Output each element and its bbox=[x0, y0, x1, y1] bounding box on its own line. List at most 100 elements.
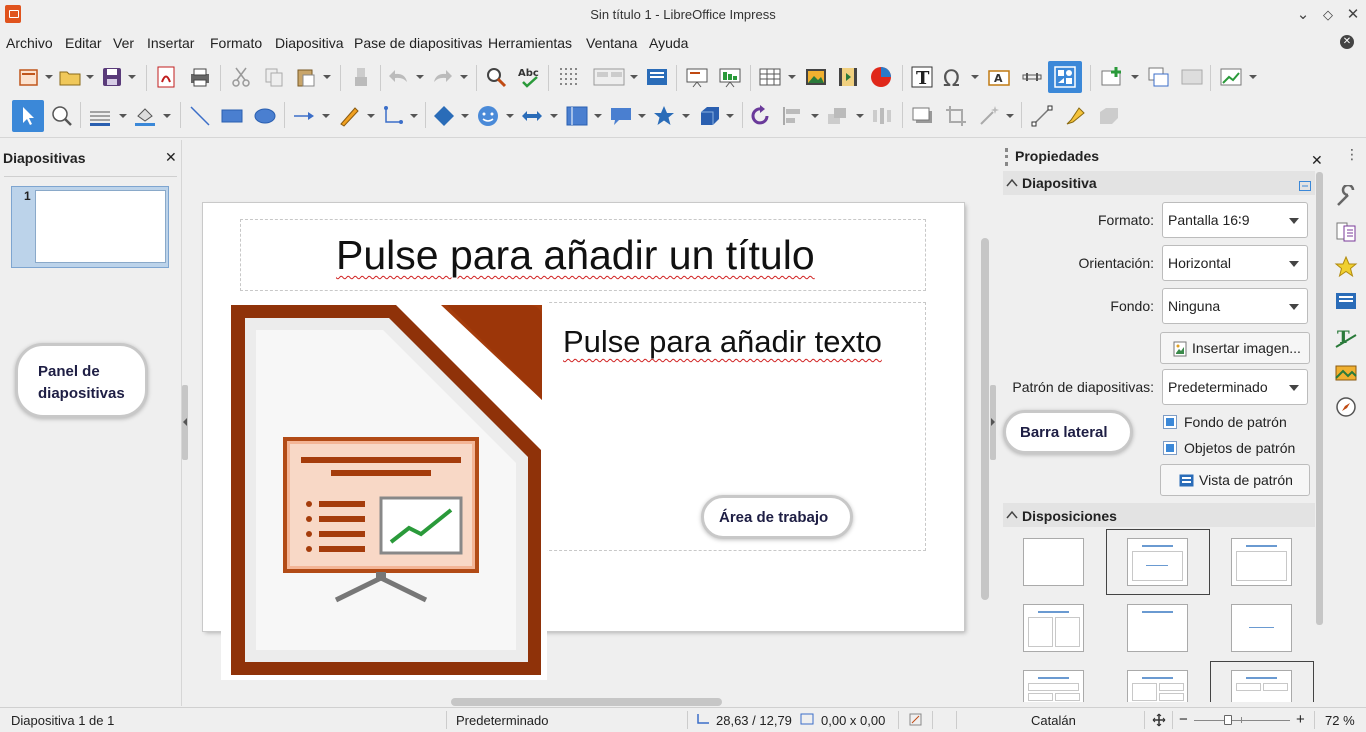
find-replace-icon[interactable] bbox=[484, 65, 508, 89]
fit-slide-icon[interactable] bbox=[1152, 713, 1166, 727]
gallery-deck-icon[interactable] bbox=[1334, 360, 1358, 384]
export-pdf-icon[interactable] bbox=[154, 65, 178, 89]
basic-shapes-dropdown-icon[interactable] bbox=[461, 114, 469, 120]
distribute-icon[interactable] bbox=[870, 104, 894, 128]
symbol-shapes-icon[interactable] bbox=[476, 104, 500, 128]
start-current-slide-icon[interactable] bbox=[718, 65, 742, 89]
special-character-icon[interactable]: Ω bbox=[942, 65, 966, 89]
layout-title-only-2[interactable] bbox=[1127, 604, 1188, 652]
fill-color-dropdown-icon[interactable] bbox=[163, 114, 171, 120]
zoom-slider-thumb[interactable] bbox=[1224, 715, 1232, 725]
close-document-icon[interactable]: ✕ bbox=[1340, 35, 1354, 49]
chevron-up-icon[interactable] bbox=[1006, 178, 1018, 188]
zoom-pan-icon[interactable] bbox=[50, 104, 74, 128]
start-first-slide-icon[interactable] bbox=[685, 65, 709, 89]
format-select[interactable]: Pantalla 16∶9 bbox=[1162, 202, 1308, 238]
flowchart-icon[interactable] bbox=[565, 104, 589, 128]
shadow-icon[interactable] bbox=[911, 104, 935, 128]
paste-dropdown-icon[interactable] bbox=[323, 75, 331, 81]
open-folder-icon[interactable] bbox=[58, 65, 82, 89]
spelling-icon[interactable]: Abc bbox=[517, 65, 541, 89]
save-icon[interactable] bbox=[100, 65, 124, 89]
toggle-extrusion-icon[interactable] bbox=[1096, 104, 1120, 128]
flowchart-dropdown-icon[interactable] bbox=[594, 114, 602, 120]
cut-icon[interactable] bbox=[229, 65, 253, 89]
vertical-scrollbar[interactable] bbox=[981, 238, 989, 600]
display-views-dropdown-icon[interactable] bbox=[630, 75, 638, 81]
layout-title-content-2-content[interactable] bbox=[1127, 670, 1188, 702]
show-draw-functions-button[interactable] bbox=[1048, 61, 1082, 93]
connectors-icon[interactable] bbox=[381, 104, 405, 128]
menu-ver[interactable]: Ver bbox=[113, 35, 134, 51]
fontwork-icon[interactable]: A bbox=[987, 65, 1011, 89]
line-color-icon[interactable] bbox=[88, 104, 112, 128]
zoom-in-icon[interactable]: + bbox=[1296, 711, 1305, 728]
curves-dropdown-icon[interactable] bbox=[367, 114, 375, 120]
animation-deck-icon[interactable] bbox=[1334, 255, 1358, 279]
new-slide-dropdown-icon[interactable] bbox=[1131, 75, 1139, 81]
layout-title-two-content[interactable] bbox=[1023, 604, 1084, 652]
slide-transition-deck-icon[interactable] bbox=[1334, 220, 1358, 244]
background-select[interactable]: Ninguna bbox=[1162, 288, 1308, 324]
print-icon[interactable] bbox=[188, 65, 212, 89]
insert-table-icon[interactable] bbox=[758, 65, 782, 89]
points-icon[interactable] bbox=[1030, 104, 1054, 128]
callout-shapes-icon[interactable] bbox=[609, 104, 633, 128]
curves-polygons-icon[interactable] bbox=[337, 104, 361, 128]
open-dropdown-icon[interactable] bbox=[86, 75, 94, 81]
styles-deck-icon[interactable]: T bbox=[1334, 325, 1358, 349]
glue-points-icon[interactable] bbox=[1063, 104, 1087, 128]
layout-title-content[interactable] bbox=[1127, 538, 1188, 586]
sidebar-menu-icon[interactable]: ⋮ bbox=[1345, 147, 1359, 161]
stars-dropdown-icon[interactable] bbox=[682, 114, 690, 120]
menu-herramientas[interactable]: Herramientas bbox=[488, 35, 572, 51]
chevron-up-icon[interactable] bbox=[1006, 510, 1018, 520]
menu-editar[interactable]: Editar bbox=[65, 35, 102, 51]
new-slide-icon[interactable] bbox=[1100, 65, 1124, 89]
menu-ventana[interactable]: Ventana bbox=[586, 35, 637, 51]
language-status[interactable]: Catalán bbox=[1031, 713, 1076, 728]
maximize-icon[interactable]: ◇ bbox=[1317, 4, 1339, 26]
filter-effects-icon[interactable] bbox=[977, 104, 1001, 128]
insert-image-icon[interactable] bbox=[804, 65, 828, 89]
master-view-button[interactable]: Vista de patrón bbox=[1160, 464, 1310, 496]
master-slides-deck-icon[interactable] bbox=[1334, 289, 1358, 313]
insert-textbox-icon[interactable]: T bbox=[910, 65, 934, 89]
copy-icon[interactable] bbox=[262, 65, 286, 89]
lines-arrows-dropdown-icon[interactable] bbox=[322, 114, 330, 120]
line-color-dropdown-icon[interactable] bbox=[119, 114, 127, 120]
slide-layout-dropdown-icon[interactable] bbox=[1249, 75, 1257, 81]
menu-archivo[interactable]: Archivo bbox=[6, 35, 53, 51]
block-arrows-icon[interactable] bbox=[520, 104, 544, 128]
delete-slide-icon[interactable] bbox=[1180, 65, 1204, 89]
basic-shapes-icon[interactable] bbox=[432, 104, 456, 128]
undo-icon[interactable] bbox=[387, 65, 411, 89]
arrange-dropdown-icon[interactable] bbox=[856, 114, 864, 120]
fill-color-icon[interactable] bbox=[133, 104, 157, 128]
arrange-icon[interactable] bbox=[826, 104, 850, 128]
zoom-slider-track[interactable] bbox=[1194, 720, 1290, 721]
menu-insertar[interactable]: Insertar bbox=[147, 35, 194, 51]
new-document-icon[interactable] bbox=[17, 65, 41, 89]
connectors-dropdown-icon[interactable] bbox=[410, 114, 418, 120]
more-options-icon[interactable] bbox=[1299, 181, 1311, 191]
collapse-right-icon[interactable] bbox=[991, 418, 995, 426]
save-dropdown-icon[interactable] bbox=[128, 75, 136, 81]
undo-dropdown-icon[interactable] bbox=[416, 75, 424, 81]
duplicate-slide-icon[interactable] bbox=[1147, 65, 1171, 89]
layout-centered-text[interactable] bbox=[1231, 604, 1292, 652]
navigator-deck-icon[interactable] bbox=[1334, 395, 1358, 419]
3d-objects-icon[interactable] bbox=[697, 104, 721, 128]
menu-pase-de-diapositivas[interactable]: Pase de diapositivas bbox=[354, 35, 482, 51]
zoom-level-status[interactable]: 72 % bbox=[1325, 713, 1355, 728]
stars-banners-icon[interactable] bbox=[652, 104, 676, 128]
properties-deck-icon[interactable] bbox=[1334, 185, 1358, 209]
close-icon[interactable]: ✕ bbox=[1342, 4, 1364, 26]
select-tool-button[interactable] bbox=[12, 100, 44, 132]
minimize-icon[interactable]: ⌄ bbox=[1292, 4, 1314, 26]
insert-media-icon[interactable] bbox=[836, 65, 860, 89]
menu-diapositiva[interactable]: Diapositiva bbox=[275, 35, 343, 51]
filter-dropdown-icon[interactable] bbox=[1006, 114, 1014, 120]
clone-formatting-icon[interactable] bbox=[349, 65, 373, 89]
master-objects-checkbox[interactable] bbox=[1163, 441, 1177, 455]
